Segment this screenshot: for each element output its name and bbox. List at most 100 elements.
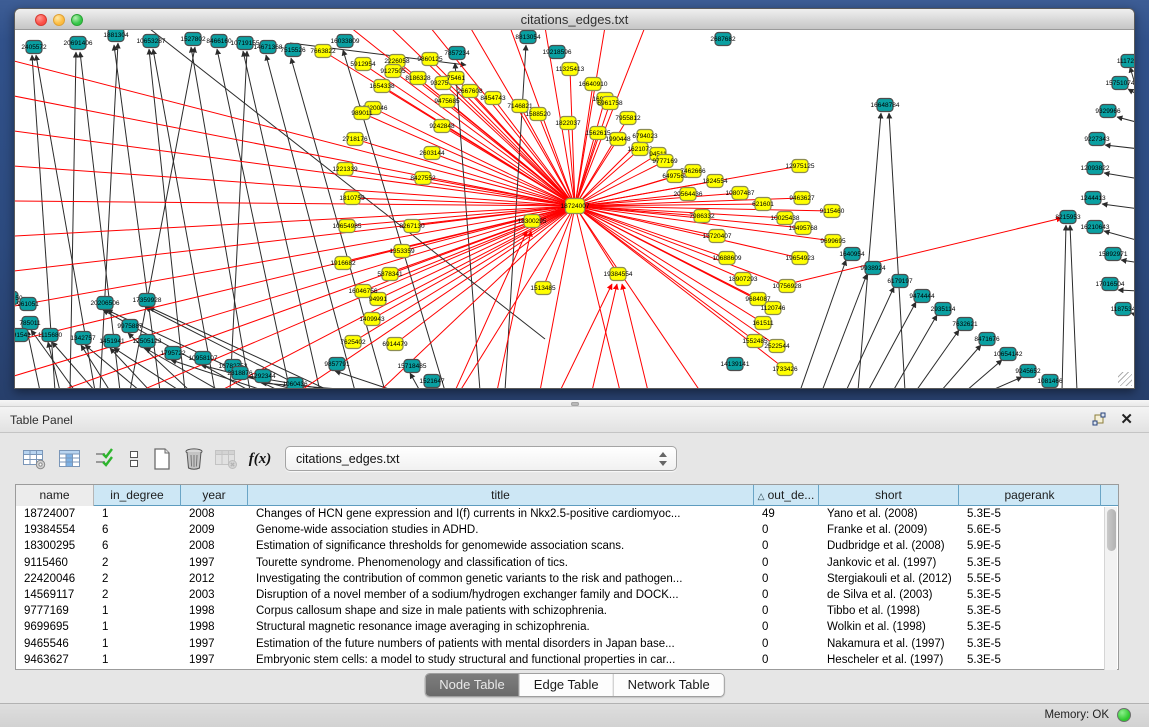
cell-short: Dudbridge et al. (2008) bbox=[819, 538, 959, 554]
rows-icon[interactable] bbox=[120, 445, 148, 473]
cell-short: Tibbo et al. (1998) bbox=[819, 603, 959, 619]
column-header-short[interactable]: short bbox=[819, 485, 959, 506]
close-panel-icon[interactable]: ✕ bbox=[1120, 410, 1133, 428]
table-row[interactable]: 911546021997Tourette syndrome. Phenomeno… bbox=[16, 555, 1118, 571]
column-header-in_degree[interactable]: in_degree bbox=[94, 485, 181, 506]
column-header-year[interactable]: year bbox=[181, 485, 248, 506]
table-row[interactable]: 2242004622012Investigating the contribut… bbox=[16, 571, 1118, 587]
table-body: 1872400712008Changes of HCN gene express… bbox=[16, 506, 1118, 669]
cell-short: Jankovic et al. (1997) bbox=[819, 555, 959, 571]
graph-node-label: 1221339 bbox=[332, 166, 358, 173]
cell-in_degree: 6 bbox=[94, 538, 181, 554]
column-header-pagerank[interactable]: pagerank bbox=[959, 485, 1101, 506]
citation-edge-red bbox=[15, 96, 575, 206]
graph-node-label: 7515526 bbox=[280, 47, 306, 54]
graph-node-label: 1244413 bbox=[1080, 195, 1106, 202]
graph-node-label: 19218596 bbox=[543, 49, 572, 56]
graph-node-label: 1824554 bbox=[702, 178, 728, 185]
column-header-out_degree[interactable]: △out_de... bbox=[754, 485, 819, 506]
graph-node-label: 1409943 bbox=[359, 316, 385, 323]
cell-title: Corpus callosum shape and size in male p… bbox=[248, 603, 754, 619]
column-header-title[interactable]: title bbox=[248, 485, 754, 506]
citation-edge-red bbox=[15, 166, 575, 206]
cell-name: 18724007 bbox=[16, 506, 94, 522]
graph-node-label: 16648784 bbox=[871, 102, 900, 109]
graph-node-label: 1588520 bbox=[525, 111, 551, 118]
graph-node-label: 7146821 bbox=[507, 103, 533, 110]
delete-table-icon[interactable] bbox=[180, 445, 208, 473]
panel-splitter[interactable] bbox=[0, 400, 1149, 407]
select-all-icon[interactable] bbox=[90, 445, 118, 473]
cell-in_degree: 1 bbox=[94, 619, 181, 635]
tab-network-table[interactable]: Network Table bbox=[614, 674, 724, 696]
graph-node-label: 2318876 bbox=[227, 370, 253, 377]
cell-pagerank: 5.3E-5 bbox=[959, 587, 1101, 603]
graph-node-label: 391541 bbox=[15, 332, 31, 339]
graph-node-label: 20691406 bbox=[64, 40, 93, 47]
scrollbar-thumb[interactable] bbox=[1107, 509, 1116, 551]
graph-canvas[interactable]: 1872400724055722069140618813041065328715… bbox=[15, 30, 1134, 388]
citation-edge-red bbox=[575, 206, 773, 308]
table-row[interactable]: 946554611997Estimation of the future num… bbox=[16, 636, 1118, 652]
cell-pagerank: 5.6E-5 bbox=[959, 522, 1101, 538]
graph-node-label: 18300295 bbox=[518, 218, 547, 225]
function-builder-icon[interactable]: f(x) bbox=[246, 445, 274, 473]
graph-node-label: 7986332 bbox=[689, 213, 715, 220]
column-header-name[interactable]: name bbox=[16, 485, 94, 506]
table-settings-icon[interactable] bbox=[20, 445, 48, 473]
cell-pagerank: 5.3E-5 bbox=[959, 555, 1101, 571]
graph-node-label: 9329966 bbox=[1095, 108, 1121, 115]
cell-name: 9465546 bbox=[16, 636, 94, 652]
tab-node-table[interactable]: Node Table bbox=[425, 674, 520, 696]
graph-node-label: 8471676 bbox=[974, 336, 1000, 343]
cell-name: 18300295 bbox=[16, 538, 94, 554]
table-row[interactable]: 946362711997Embryonic stem cells: a mode… bbox=[16, 652, 1118, 668]
table-row[interactable]: 977716911998Corpus callosum shape and si… bbox=[16, 603, 1118, 619]
resize-grip[interactable] bbox=[1118, 372, 1132, 386]
table-row[interactable]: 1830029562008Estimation of significance … bbox=[16, 538, 1118, 554]
graph-node-label: 8466160 bbox=[206, 38, 232, 45]
graph-node-label: 15720407 bbox=[703, 233, 732, 240]
citation-edge-red bbox=[15, 201, 575, 206]
graph-node-label: 7625402 bbox=[340, 339, 366, 346]
citation-edge-black bbox=[1070, 225, 1077, 388]
graph-node-label: 19495768 bbox=[789, 225, 818, 232]
table-row[interactable]: 1938455462009Genome-wide association stu… bbox=[16, 522, 1118, 538]
graph-node-label: 5878341 bbox=[377, 271, 403, 278]
table-selector[interactable]: citations_edges.txt bbox=[285, 446, 677, 471]
cell-short: de Silva et al. (2003) bbox=[819, 587, 959, 603]
table-panel: Table Panel ✕ bbox=[0, 407, 1149, 703]
table-row[interactable]: 1456911722003Disruption of a novel membe… bbox=[16, 587, 1118, 603]
graph-svg[interactable]: 1872400724055722069140618813041065328715… bbox=[15, 30, 1134, 388]
citation-edge-red bbox=[575, 206, 620, 388]
window-titlebar[interactable]: citations_edges.txt bbox=[15, 9, 1134, 30]
cell-title: Embryonic stem cells: a model to study s… bbox=[248, 652, 754, 668]
cell-pagerank: 5.3E-5 bbox=[959, 652, 1101, 668]
table-columns-icon[interactable] bbox=[56, 445, 84, 473]
citation-edge-red bbox=[622, 284, 648, 388]
panel-title: Table Panel bbox=[10, 413, 73, 427]
citation-edge-red bbox=[575, 206, 763, 323]
cell-pagerank: 5.9E-5 bbox=[959, 538, 1101, 554]
table-row[interactable]: 969969511998Structural magnetic resonanc… bbox=[16, 619, 1118, 635]
citation-edge-red bbox=[575, 30, 605, 206]
graph-node-label: 9777169 bbox=[652, 158, 678, 165]
cell-short: Wolkin et al. (1998) bbox=[819, 619, 959, 635]
table-tab-bar: Node Table Edge Table Network Table bbox=[0, 672, 1149, 702]
graph-node-label: 1916682 bbox=[330, 260, 356, 267]
float-panel-icon[interactable] bbox=[1091, 412, 1107, 428]
cell-title: Estimation of significance thresholds fo… bbox=[248, 538, 754, 554]
tab-edge-table[interactable]: Edge Table bbox=[520, 674, 614, 696]
new-table-icon[interactable] bbox=[148, 445, 176, 473]
graph-node-label: 1521647 bbox=[419, 378, 445, 385]
memory-ok-indicator[interactable] bbox=[1117, 708, 1131, 722]
table-scrollbar[interactable] bbox=[1104, 507, 1117, 670]
cell-name: 9699695 bbox=[16, 619, 94, 635]
graph-node-label: 1733426 bbox=[772, 366, 798, 373]
graph-node-label: 1060436 bbox=[282, 381, 308, 388]
citation-edge-black bbox=[1104, 231, 1134, 241]
table-row[interactable]: 1872400712008Changes of HCN gene express… bbox=[16, 506, 1118, 522]
network-view-panel: citations_edges.txt 18724007240557220691… bbox=[0, 0, 1149, 400]
citation-edge-black bbox=[261, 383, 365, 388]
graph-node-label: 75461 bbox=[447, 75, 465, 82]
